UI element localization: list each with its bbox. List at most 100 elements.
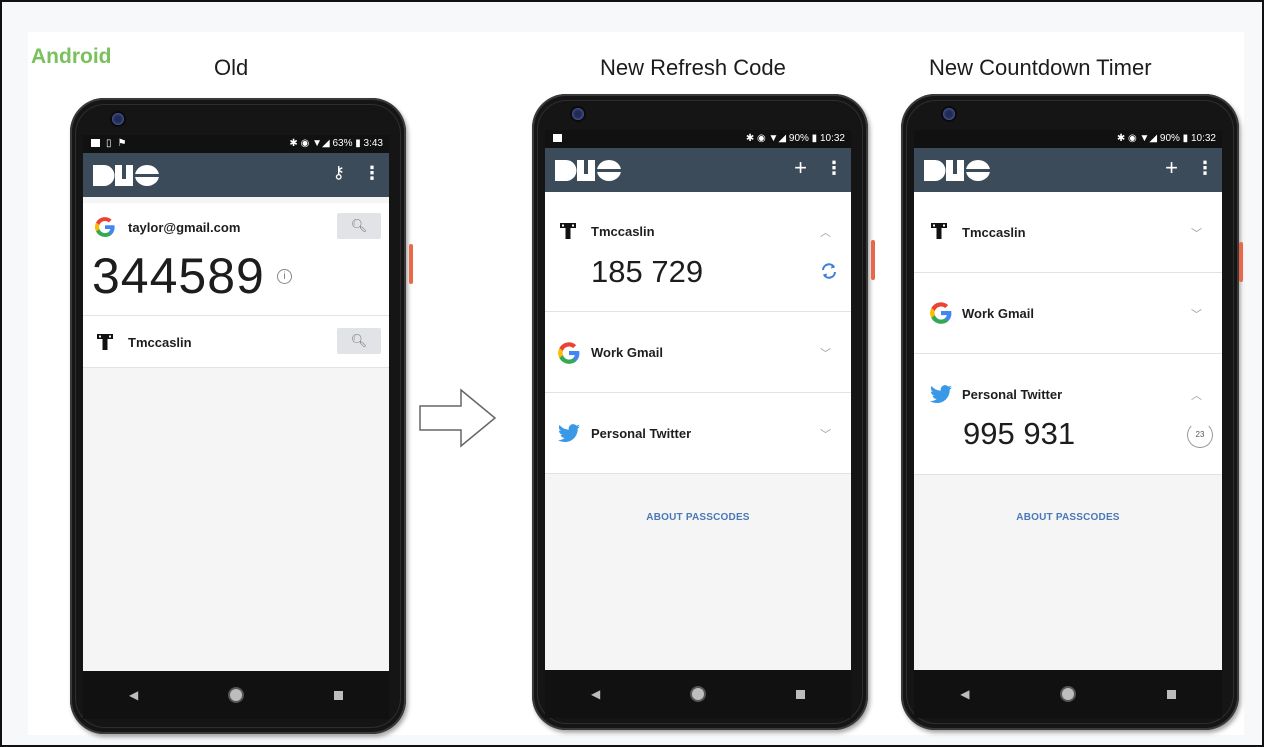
passcode: 344589 [92, 248, 265, 304]
chevron-down-icon[interactable]: ﹀ [820, 426, 831, 442]
show-passcode-button[interactable]: 🔍︎ [337, 213, 381, 239]
account-name: Tmccaslin [128, 335, 192, 350]
account-name: Work Gmail [591, 345, 664, 360]
app-bar: + ⋮ [545, 148, 851, 192]
system-nav-bar: ◀ [83, 671, 389, 719]
t-logo-icon [560, 223, 576, 239]
account-row-personal-twitter[interactable]: Personal Twitter ︿ 995 931 23 [914, 354, 1222, 475]
account-name: Personal Twitter [591, 426, 692, 441]
countdown-screen: ✱ ◉ ▼◢ 90% ▮ 10:32 + ⋮ Tmccaslin ﹀ Work … [914, 130, 1222, 718]
side-button [871, 240, 875, 280]
notification-icon [553, 134, 562, 142]
account-row-tmccaslin[interactable]: Tmccaslin ︿ 185 729 [545, 192, 851, 312]
account-list: Tmccaslin ︿ 185 729 Work Gmail ﹀ Persona… [545, 192, 851, 670]
nav-home-icon[interactable] [1062, 688, 1075, 700]
account-name: Work Gmail [962, 306, 1035, 321]
account-row-work-gmail[interactable]: Work Gmail ﹀ [914, 273, 1222, 354]
overflow-menu-icon[interactable]: ⋮ [1196, 158, 1214, 178]
refresh-phone: ✱ ◉ ▼◢ 90% ▮ 10:32 + ⋮ Tmccaslin ︿ 185 7… [532, 94, 875, 730]
front-camera [572, 108, 584, 120]
key-icon: 🔍︎ [350, 218, 368, 233]
countdown-timer-icon: 23 [1187, 422, 1213, 448]
passcode: 995 931 [963, 416, 1076, 451]
account-name: Tmccaslin [962, 225, 1026, 240]
transition-arrow-icon [419, 388, 497, 448]
side-button [1239, 242, 1243, 282]
about-passcodes-link[interactable]: ABOUT PASSCODES [914, 512, 1222, 523]
google-icon [558, 342, 580, 364]
signal-icon: ▯ [106, 138, 112, 149]
overflow-menu-icon[interactable]: ⋮ [363, 163, 381, 183]
front-camera [943, 108, 955, 120]
notification-icon [91, 139, 100, 147]
platform-label: Android [31, 45, 112, 68]
google-icon [94, 217, 115, 238]
status-bar: ✱ ◉ ▼◢ 90% ▮ 10:32 [914, 130, 1222, 148]
account-name: Tmccaslin [591, 224, 655, 239]
timer-seconds: 23 [1195, 430, 1205, 439]
nav-recents-icon[interactable] [796, 689, 806, 699]
system-nav-bar: ◀ [914, 670, 1222, 718]
chevron-up-icon[interactable]: ︿ [1191, 387, 1202, 403]
refresh-screen: ✱ ◉ ▼◢ 90% ▮ 10:32 + ⋮ Tmccaslin ︿ 185 7… [545, 130, 851, 718]
nav-back-icon[interactable]: ◀ [960, 687, 969, 701]
old-caption: Old [214, 55, 249, 80]
status-bar: ✱ ◉ ▼◢ 90% ▮ 10:32 [545, 130, 851, 148]
info-icon[interactable]: i [277, 269, 292, 284]
old-screen: ▯ ⚑ ✱ ◉ ▼◢ 63% ▮ 3:43 ⚷ ⋮ taylor@gmail.c… [83, 135, 389, 719]
passcode: 185 729 [591, 254, 704, 289]
nav-home-icon[interactable] [692, 688, 705, 700]
account-list: Tmccaslin ﹀ Work Gmail ﹀ Personal Twitte… [914, 192, 1222, 670]
system-nav-bar: ◀ [545, 670, 851, 718]
chevron-down-icon[interactable]: ﹀ [1191, 306, 1202, 322]
show-passcode-button[interactable]: 🔍︎ [337, 328, 381, 354]
nav-recents-icon[interactable] [334, 690, 344, 700]
duo-logo [555, 160, 621, 181]
twitter-icon [558, 424, 580, 442]
side-button [409, 244, 413, 284]
chevron-down-icon[interactable]: ﹀ [1191, 225, 1202, 241]
about-passcodes-link[interactable]: ABOUT PASSCODES [545, 512, 851, 523]
app-bar: ⚷ ⋮ [83, 153, 389, 197]
account-row-gmail[interactable]: taylor@gmail.com 🔍︎ 344589 i [83, 203, 389, 316]
add-account-icon[interactable]: + [1165, 157, 1178, 179]
duo-logo [924, 160, 990, 181]
account-row-personal-twitter[interactable]: Personal Twitter ﹀ [545, 393, 851, 474]
front-camera [112, 113, 124, 125]
status-time: 63% ▮ 3:43 [332, 138, 383, 149]
status-icons: ✱ ◉ ▼◢ [1116, 133, 1160, 144]
t-logo-icon [97, 334, 113, 350]
google-icon [930, 302, 952, 324]
account-row-tmccaslin[interactable]: Tmccaslin ﹀ [914, 192, 1222, 273]
add-account-key-icon[interactable]: ⚷ [333, 163, 345, 183]
account-row-work-gmail[interactable]: Work Gmail ﹀ [545, 312, 851, 393]
flag-icon: ⚑ [117, 138, 127, 149]
chevron-down-icon[interactable]: ﹀ [820, 345, 831, 361]
account-list: taylor@gmail.com 🔍︎ 344589 i Tmccaslin 🔍… [83, 197, 389, 671]
nav-back-icon[interactable]: ◀ [591, 687, 600, 701]
countdown-caption: New Countdown Timer [929, 55, 1152, 80]
old-phone: ▯ ⚑ ✱ ◉ ▼◢ 63% ▮ 3:43 ⚷ ⋮ taylor@gmail.c… [70, 98, 413, 734]
status-time: 90% ▮ 10:32 [788, 133, 845, 144]
app-bar: + ⋮ [914, 148, 1222, 192]
duo-logo [93, 165, 159, 186]
account-name: Personal Twitter [962, 387, 1063, 402]
twitter-icon [930, 385, 952, 403]
countdown-phone: ✱ ◉ ▼◢ 90% ▮ 10:32 + ⋮ Tmccaslin ﹀ Work … [901, 94, 1243, 730]
overflow-menu-icon[interactable]: ⋮ [825, 158, 843, 178]
status-bar: ▯ ⚑ ✱ ◉ ▼◢ 63% ▮ 3:43 [83, 135, 389, 153]
nav-recents-icon[interactable] [1166, 689, 1176, 699]
nav-home-icon[interactable] [230, 689, 243, 701]
chevron-up-icon[interactable]: ︿ [820, 224, 831, 240]
status-icons: ✱ ◉ ▼◢ [289, 138, 333, 149]
status-icons: ✱ ◉ ▼◢ [745, 133, 789, 144]
status-time: 90% ▮ 10:32 [1159, 133, 1216, 144]
account-name: taylor@gmail.com [128, 220, 241, 235]
refresh-icon[interactable] [819, 261, 839, 281]
t-logo-icon [931, 223, 947, 239]
add-account-icon[interactable]: + [794, 157, 807, 179]
key-icon: 🔍︎ [350, 333, 368, 348]
refresh-caption: New Refresh Code [600, 55, 786, 80]
account-row-tmccaslin[interactable]: Tmccaslin 🔍︎ [83, 316, 389, 368]
nav-back-icon[interactable]: ◀ [129, 688, 138, 702]
